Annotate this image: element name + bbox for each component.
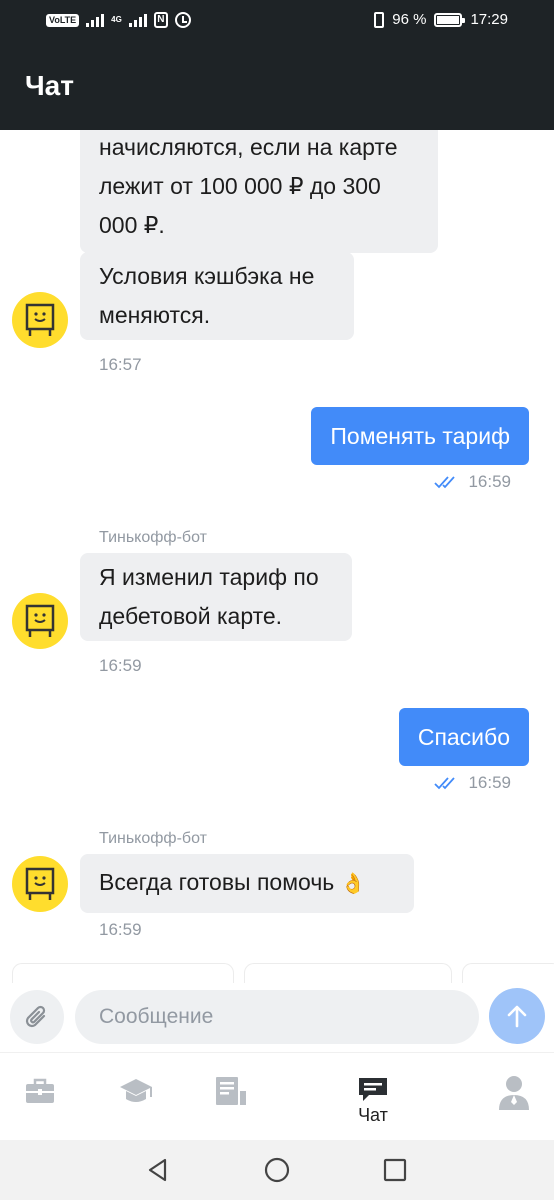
message-line: лежит от 100 000 ₽ до 300 (99, 173, 381, 199)
recents-icon[interactable] (382, 1157, 408, 1183)
message-time: 16:59 (434, 773, 511, 793)
message-line: Условия кэшбэка не (99, 263, 315, 289)
message-time: 16:57 (99, 355, 142, 374)
volte-icon: VoLTE (46, 13, 80, 27)
message-time: 16:59 (99, 920, 142, 939)
status-bar-overlay: VoLTE 4G N 96 % 17:29 (0, 0, 554, 44)
suggestion-chip[interactable] (462, 963, 554, 983)
chat-icon (359, 1078, 387, 1101)
sender-name: Тинькофф-бот (99, 830, 207, 847)
system-nav-bar (0, 1140, 554, 1200)
paperclip-icon[interactable] (10, 990, 64, 1044)
signal-icon-2 (128, 13, 147, 27)
sender-name: Тинькофф-бот (99, 529, 207, 546)
message-time-label: 16:59 (468, 773, 511, 792)
outgoing-message: Поменять тариф (311, 407, 529, 465)
incoming-message: Условия кэшбэка не меняются. (80, 252, 354, 340)
message-line: Я изменил тариф по (99, 564, 319, 590)
send-button[interactable] (489, 988, 545, 1044)
profile-icon (499, 1076, 529, 1110)
back-icon[interactable] (145, 1157, 171, 1183)
document-icon (216, 1077, 246, 1105)
message-time: 16:59 (99, 656, 142, 675)
message-time: 16:59 (434, 472, 511, 492)
composer (0, 984, 554, 1050)
battery-icon (434, 12, 466, 27)
arrow-up-icon (507, 1005, 527, 1028)
bot-avatar-icon[interactable] (12, 856, 68, 912)
double-check-icon (434, 476, 456, 489)
page-title: Чат (25, 70, 74, 101)
signal-icon (86, 13, 105, 27)
message-line: 000 ₽. (99, 212, 165, 238)
bot-avatar-icon[interactable] (12, 593, 68, 649)
message-text: Всегда готовы помочь (99, 869, 335, 895)
nav-item-profile[interactable] (474, 1053, 554, 1141)
message-line: меняются. (99, 302, 211, 328)
nav-item-documents[interactable] (190, 1053, 270, 1141)
graduation-cap-icon (120, 1079, 152, 1102)
suggestion-chip[interactable] (244, 963, 452, 983)
ok-hand-emoji: 👌 (340, 873, 366, 895)
battery-percent: 96 % (392, 11, 427, 28)
network-type-label: 4G (111, 15, 122, 24)
alarm-icon (174, 12, 191, 28)
clock: 17:29 (470, 11, 508, 28)
incoming-message: начисляются, если на карте лежит от 100 … (80, 116, 438, 253)
message-input[interactable] (75, 990, 479, 1044)
message-line: дебетовой карте. (99, 603, 283, 629)
incoming-message: Я изменил тариф по дебетовой карте. (80, 553, 352, 641)
bottom-nav: Чат (0, 1052, 554, 1140)
message-line: начисляются, если на карте (99, 134, 398, 160)
double-check-icon (434, 777, 456, 790)
nav-label-chat: Чат (358, 1105, 388, 1125)
nav-item-chat[interactable]: Чат (333, 1053, 413, 1141)
nav-item-main[interactable] (0, 1053, 80, 1141)
nav-item-education[interactable] (94, 1053, 174, 1141)
bot-avatar-icon[interactable] (12, 292, 68, 348)
incoming-message: Всегда готовы помочь 👌 (80, 854, 414, 913)
message-time-label: 16:59 (468, 472, 511, 491)
outgoing-message: Спасибо (398, 708, 529, 766)
nfc-icon: N (153, 12, 168, 28)
briefcase-icon (26, 1078, 54, 1103)
suggestion-chip[interactable] (12, 963, 234, 983)
home-icon[interactable] (264, 1157, 290, 1183)
header-overlay: VoLTE 4G N 96 % 17:29 Чат (0, 0, 554, 130)
vibrate-icon (374, 11, 385, 28)
